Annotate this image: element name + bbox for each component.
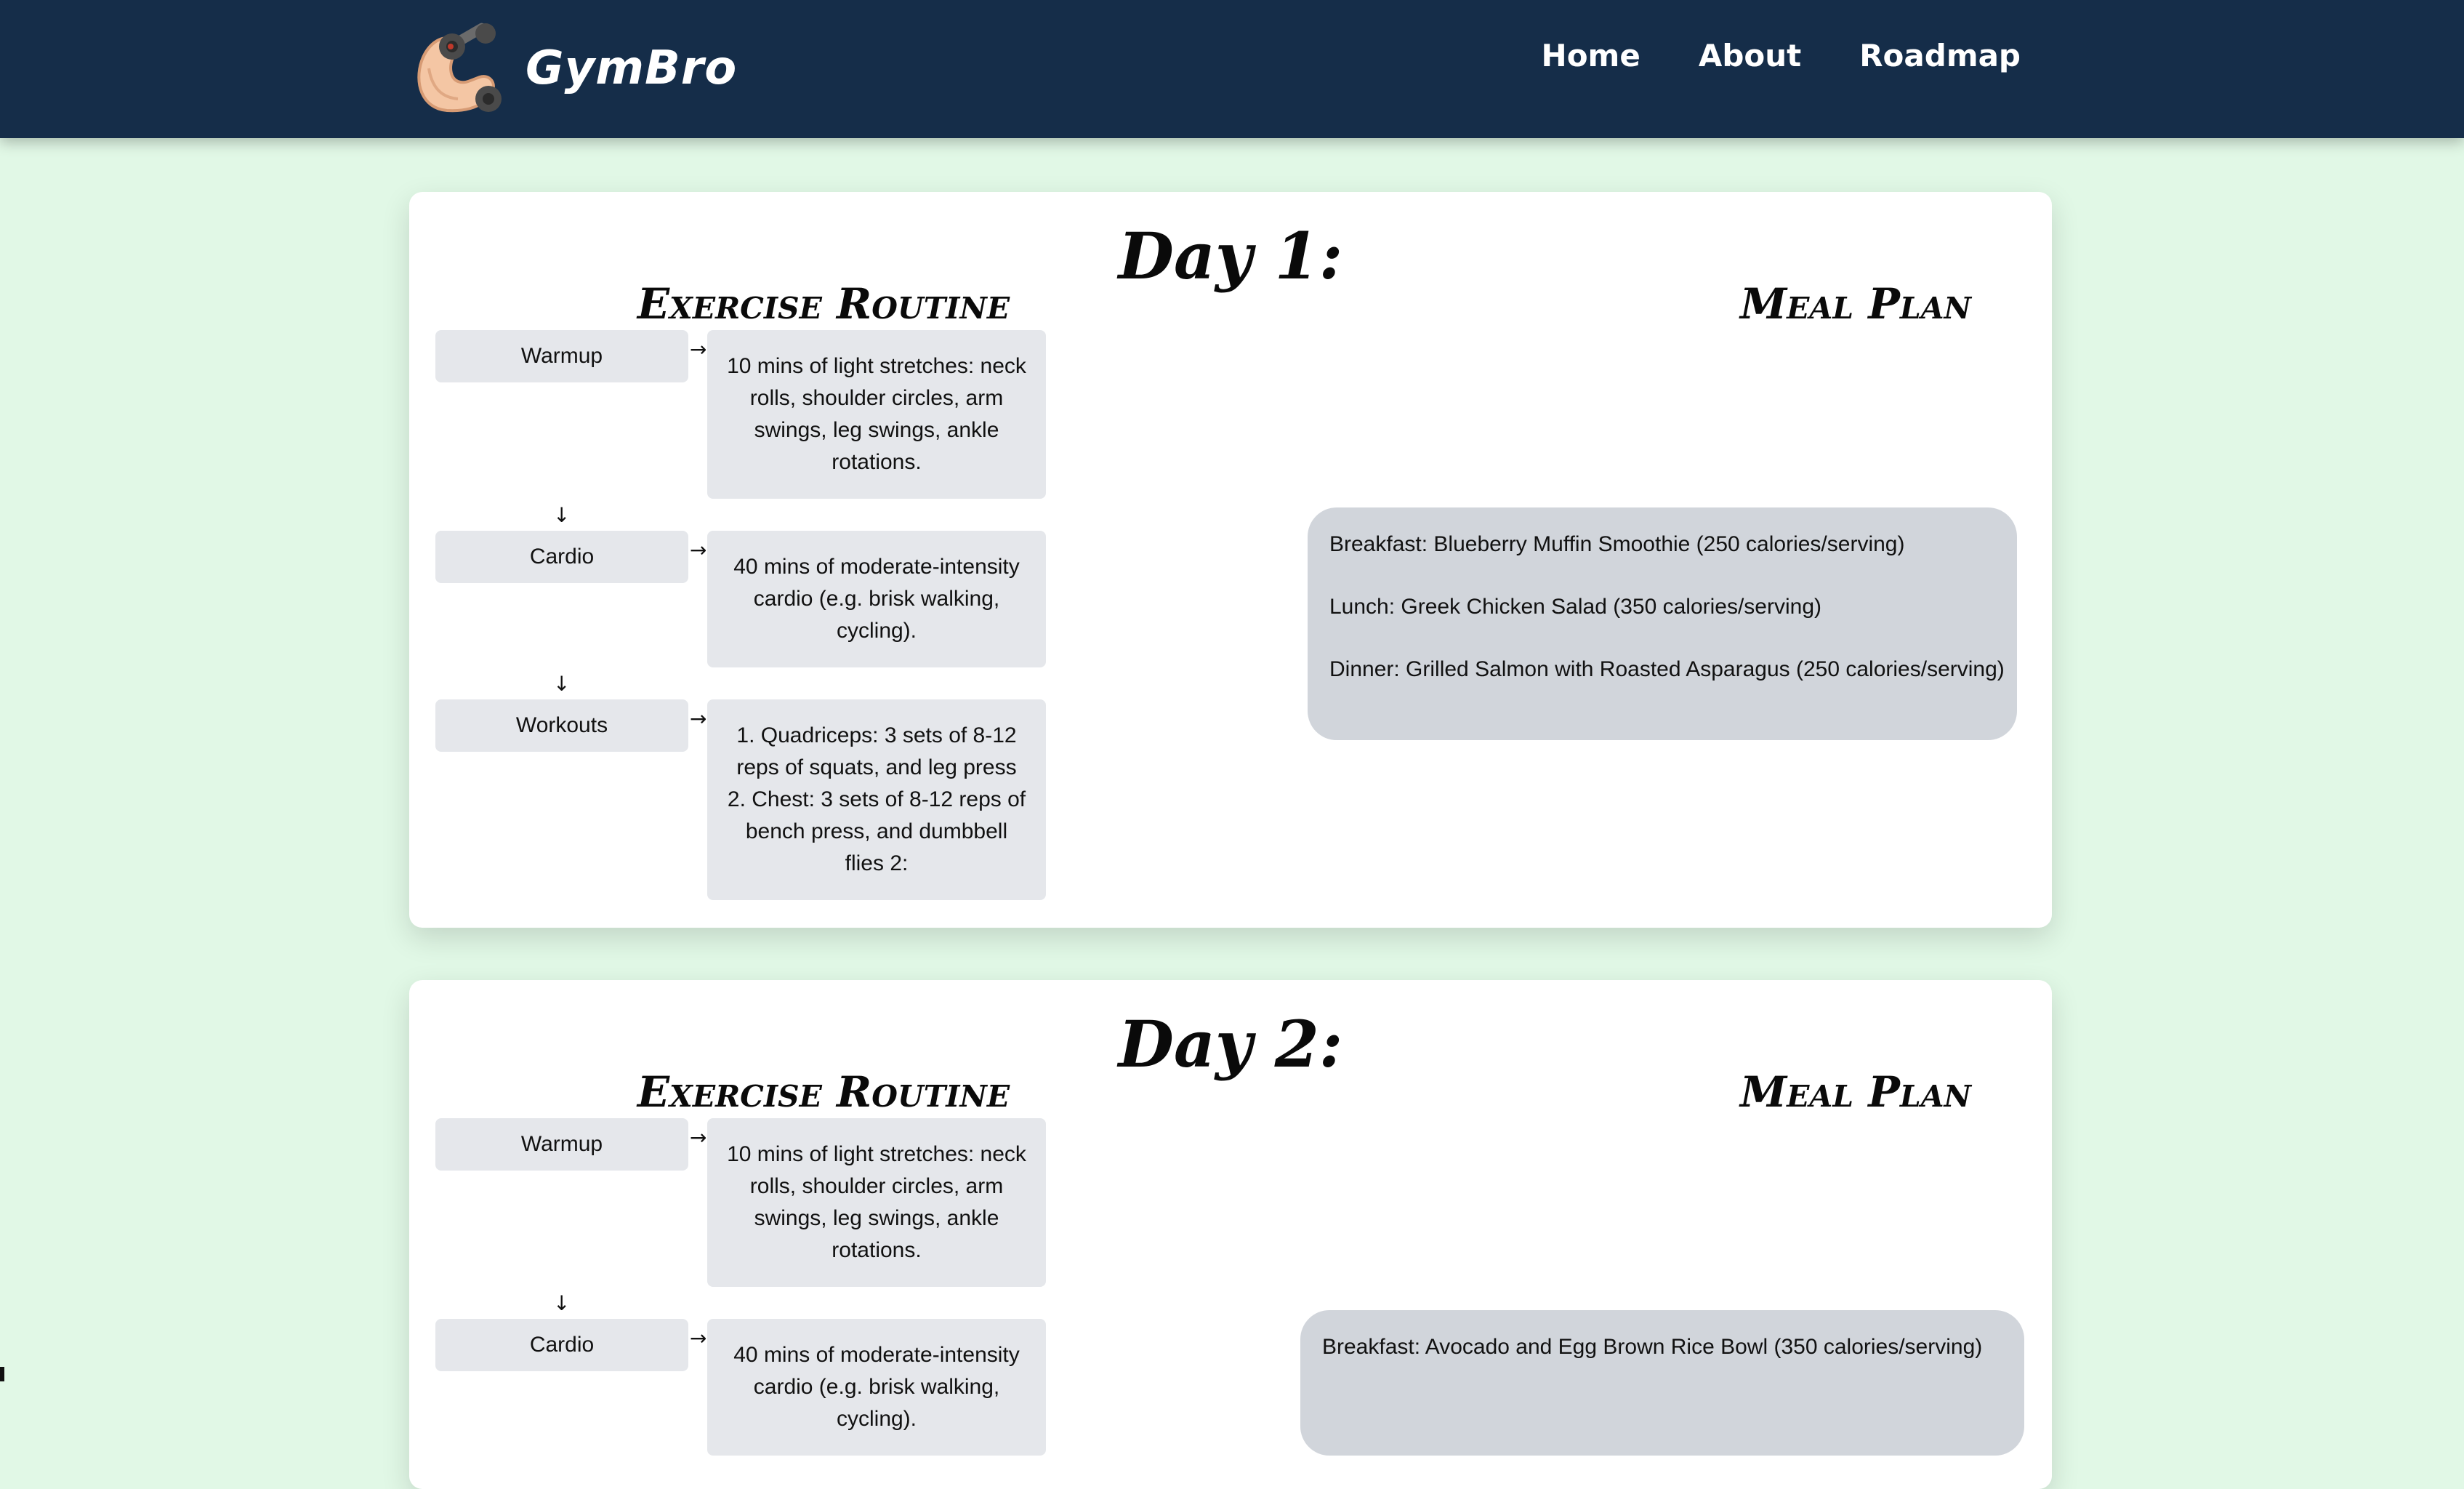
- meal-dinner: Dinner: Grilled Salmon with Roasted Aspa…: [1329, 657, 2005, 681]
- nav-links: Home About Roadmap: [1542, 38, 2021, 73]
- top-navbar: GymBro Home About Roadmap: [0, 0, 2464, 138]
- day-card-1: Day 1: Exercise Routine Meal Plan Warmup…: [409, 192, 2052, 928]
- meal-plan-box: Breakfast: Avocado and Egg Brown Rice Bo…: [1300, 1310, 2024, 1456]
- step-label-warmup: Warmup: [435, 1118, 688, 1171]
- arrow-right-icon: →: [690, 707, 707, 731]
- arrow-down-icon: ↓: [553, 1291, 571, 1315]
- step-detail-workouts: 1. Quadriceps: 3 sets of 8-12 reps of sq…: [707, 699, 1046, 900]
- step-label-warmup: Warmup: [435, 330, 688, 382]
- step-detail-cardio: 40 mins of moderate-intensity cardio (e.…: [707, 1319, 1046, 1456]
- brand-name: GymBro: [526, 41, 738, 95]
- brand-logo[interactable]: GymBro: [407, 17, 737, 119]
- step-label-cardio: Cardio: [435, 531, 688, 583]
- meal-lunch: Lunch: Greek Chicken Salad (350 calories…: [1329, 595, 1822, 619]
- meal-breakfast: Breakfast: Blueberry Muffin Smoothie (25…: [1329, 532, 1905, 556]
- meal-plan-heading: Meal Plan: [1739, 279, 1971, 329]
- nav-link-about[interactable]: About: [1699, 38, 1801, 73]
- arrow-down-icon: ↓: [553, 672, 571, 696]
- step-detail-warmup: 10 mins of light stretches: neck rolls, …: [707, 330, 1046, 499]
- nav-link-home[interactable]: Home: [1542, 38, 1640, 73]
- day-card-2: Day 2: Exercise Routine Meal Plan Warmup…: [409, 980, 2052, 1489]
- step-label-cardio: Cardio: [435, 1319, 688, 1371]
- arrow-down-icon: ↓: [553, 503, 571, 527]
- nav-link-roadmap[interactable]: Roadmap: [1859, 38, 2021, 73]
- arrow-right-icon: →: [690, 538, 707, 562]
- exercise-routine-heading: Exercise Routine: [637, 279, 1010, 329]
- meal-plan-heading: Meal Plan: [1739, 1067, 1971, 1117]
- arrow-right-icon: →: [690, 1326, 707, 1350]
- step-detail-warmup: 10 mins of light stretches: neck rolls, …: [707, 1118, 1046, 1287]
- arrow-right-icon: →: [690, 1125, 707, 1149]
- exercise-routine-heading: Exercise Routine: [637, 1067, 1010, 1117]
- arrow-right-icon: →: [690, 337, 707, 361]
- step-label-workouts: Workouts: [435, 699, 688, 752]
- meal-breakfast: Breakfast: Avocado and Egg Brown Rice Bo…: [1322, 1335, 1983, 1359]
- step-detail-cardio: 40 mins of moderate-intensity cardio (e.…: [707, 531, 1046, 667]
- meal-plan-box: Breakfast: Blueberry Muffin Smoothie (25…: [1308, 507, 2017, 740]
- window-edge: [0, 1367, 4, 1381]
- flexed-arm-dumbbell-icon: [417, 23, 502, 113]
